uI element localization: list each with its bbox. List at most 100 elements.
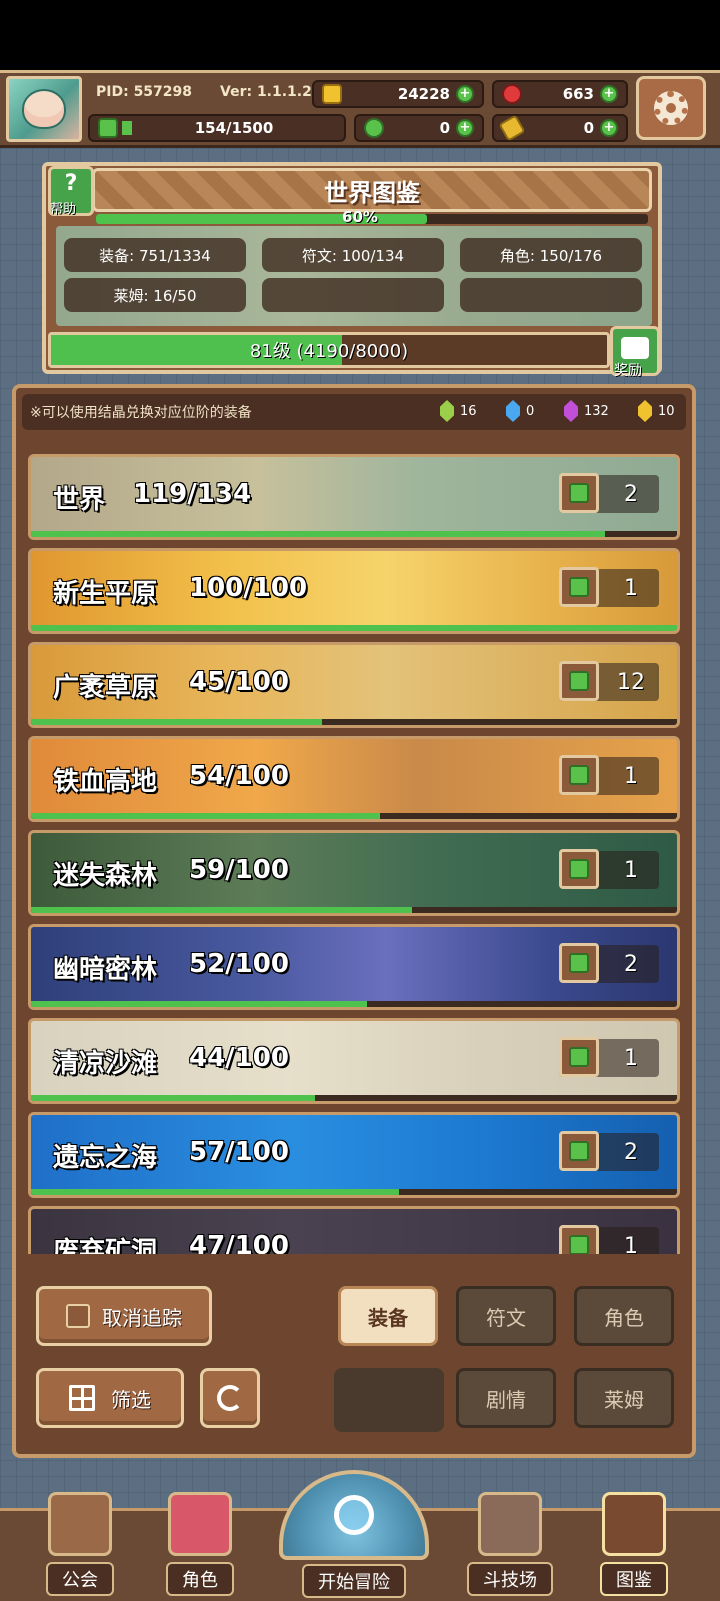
add-gold-button[interactable]: + <box>456 85 474 103</box>
material-display: 0 + <box>492 114 628 142</box>
region-name: 迷失森林 <box>53 861 158 891</box>
avatar-face <box>22 89 66 129</box>
nav-character-label: 角色 <box>166 1562 234 1596</box>
nav-guild[interactable]: 公会 <box>20 1470 140 1598</box>
region-progress-bar <box>31 1001 677 1007</box>
region-list[interactable]: 世界 119/134 2 新生平原 100/100 1 广袤草原 45/100 12 铁血高地 54… <box>28 442 680 1254</box>
nav-arena[interactable]: 斗技场 <box>448 1470 572 1598</box>
player-avatar[interactable] <box>6 76 82 142</box>
crystal-purple: 132 <box>564 400 609 422</box>
region-card[interactable]: 清凉沙滩 44/100 1 <box>28 1018 680 1104</box>
region-count: 45/100 <box>189 667 289 697</box>
blue-crystal-icon <box>506 400 520 422</box>
tab-slime[interactable]: 莱姆 <box>574 1368 674 1428</box>
track-button[interactable] <box>559 661 599 701</box>
rune-stat: 符文: 100/134 <box>262 238 444 272</box>
ruby-icon <box>502 84 522 104</box>
filter-button[interactable]: 筛选 <box>36 1368 184 1428</box>
clover-amount: 0 <box>439 119 450 137</box>
magnifier-icon <box>334 1495 374 1535</box>
region-card[interactable]: 遗忘之海 57/100 2 <box>28 1112 680 1198</box>
region-progress-bar <box>31 625 677 631</box>
region-count: 57/100 <box>189 1137 289 1167</box>
nav-start-adventure[interactable]: 开始冒险 <box>262 1460 446 1600</box>
region-progress-fill <box>31 1001 367 1007</box>
track-button[interactable] <box>559 1037 599 1077</box>
region-count: 54/100 <box>189 761 289 791</box>
thumbs-up-icon <box>569 1235 589 1254</box>
empty-tab-slot <box>334 1368 444 1432</box>
version-text: Ver: 1.1.1.2 <box>220 84 312 100</box>
region-progress-bar <box>31 531 677 537</box>
tab-story[interactable]: 剧情 <box>456 1368 556 1428</box>
crystal-blue: 0 <box>506 400 534 422</box>
track-button[interactable] <box>559 943 599 983</box>
track-count: 1 <box>624 763 638 789</box>
region-progress-fill <box>31 719 322 725</box>
untrack-button[interactable]: 取消追踪 <box>36 1286 212 1346</box>
region-count: 119/134 <box>133 479 252 509</box>
pid-text: PID: 557298 <box>96 84 193 100</box>
tab-runes[interactable]: 符文 <box>456 1286 556 1346</box>
region-count: 100/100 <box>189 573 308 603</box>
track-button[interactable] <box>559 1225 599 1254</box>
add-material-button[interactable]: + <box>600 119 618 137</box>
tab-equipment[interactable]: 装备 <box>338 1286 438 1346</box>
track-button[interactable] <box>559 849 599 889</box>
region-card[interactable]: 幽暗密林 52/100 2 <box>28 924 680 1010</box>
nav-codex[interactable]: 图鉴 <box>572 1470 696 1598</box>
region-card[interactable]: 废弃矿洞 47/100 1 <box>28 1206 680 1254</box>
track-count: 1 <box>624 1045 638 1071</box>
track-button[interactable] <box>559 567 599 607</box>
region-count: 59/100 <box>189 855 289 885</box>
region-name: 铁血高地 <box>53 767 158 797</box>
track-button[interactable] <box>559 755 599 795</box>
track-button[interactable] <box>559 473 599 513</box>
gift-icon <box>621 337 649 359</box>
region-card[interactable]: 铁血高地 54/100 1 <box>28 736 680 822</box>
equipment-stat: 装备: 751/1334 <box>64 238 246 272</box>
purple-crystal-icon <box>564 400 578 422</box>
track-count: 12 <box>617 669 645 695</box>
track-count: 2 <box>624 951 638 977</box>
book-icon <box>602 1492 666 1556</box>
question-icon: ? <box>64 171 78 196</box>
reset-button[interactable] <box>200 1368 260 1428</box>
region-card[interactable]: 广袤草原 45/100 12 <box>28 642 680 728</box>
clover-display: 0 + <box>354 114 484 142</box>
region-card[interactable]: 世界 119/134 2 <box>28 454 680 540</box>
region-name: 清凉沙滩 <box>53 1049 158 1079</box>
region-progress-bar <box>31 1095 677 1101</box>
stamina-fill <box>122 121 132 135</box>
track-count: 2 <box>624 481 638 507</box>
gear-icon <box>654 91 688 125</box>
region-progress-fill <box>31 531 605 537</box>
coin-icon <box>322 84 342 104</box>
gem-display: 663 + <box>492 80 628 108</box>
thumbs-up-icon <box>569 483 589 503</box>
track-count: 2 <box>624 1139 638 1165</box>
crystal-gold: 10 <box>638 400 675 422</box>
track-box: 1 <box>559 567 659 607</box>
region-progress-bar <box>31 813 677 819</box>
track-button[interactable] <box>559 1131 599 1171</box>
thumbs-up-icon <box>569 671 589 691</box>
character-stat: 角色: 150/176 <box>460 238 642 272</box>
region-card[interactable]: 迷失森林 59/100 1 <box>28 830 680 916</box>
region-count: 52/100 <box>189 949 289 979</box>
add-clover-button[interactable]: + <box>456 119 474 137</box>
tab-characters[interactable]: 角色 <box>574 1286 674 1346</box>
empty-stat-slot <box>460 278 642 312</box>
nav-character[interactable]: 角色 <box>140 1470 260 1598</box>
codex-level-bar: 81级 (4190/8000) <box>48 332 610 368</box>
thumb-icon <box>66 1304 90 1328</box>
region-count: 44/100 <box>189 1043 289 1073</box>
region-card[interactable]: 新生平原 100/100 1 <box>28 548 680 634</box>
region-name: 废弃矿洞 <box>53 1237 158 1254</box>
slime-stat: 莱姆: 16/50 <box>64 278 246 312</box>
stamina-icon <box>98 118 118 138</box>
clover-icon <box>364 118 384 138</box>
region-progress-bar <box>31 719 677 725</box>
add-gem-button[interactable]: + <box>600 85 618 103</box>
settings-button[interactable] <box>636 76 706 140</box>
